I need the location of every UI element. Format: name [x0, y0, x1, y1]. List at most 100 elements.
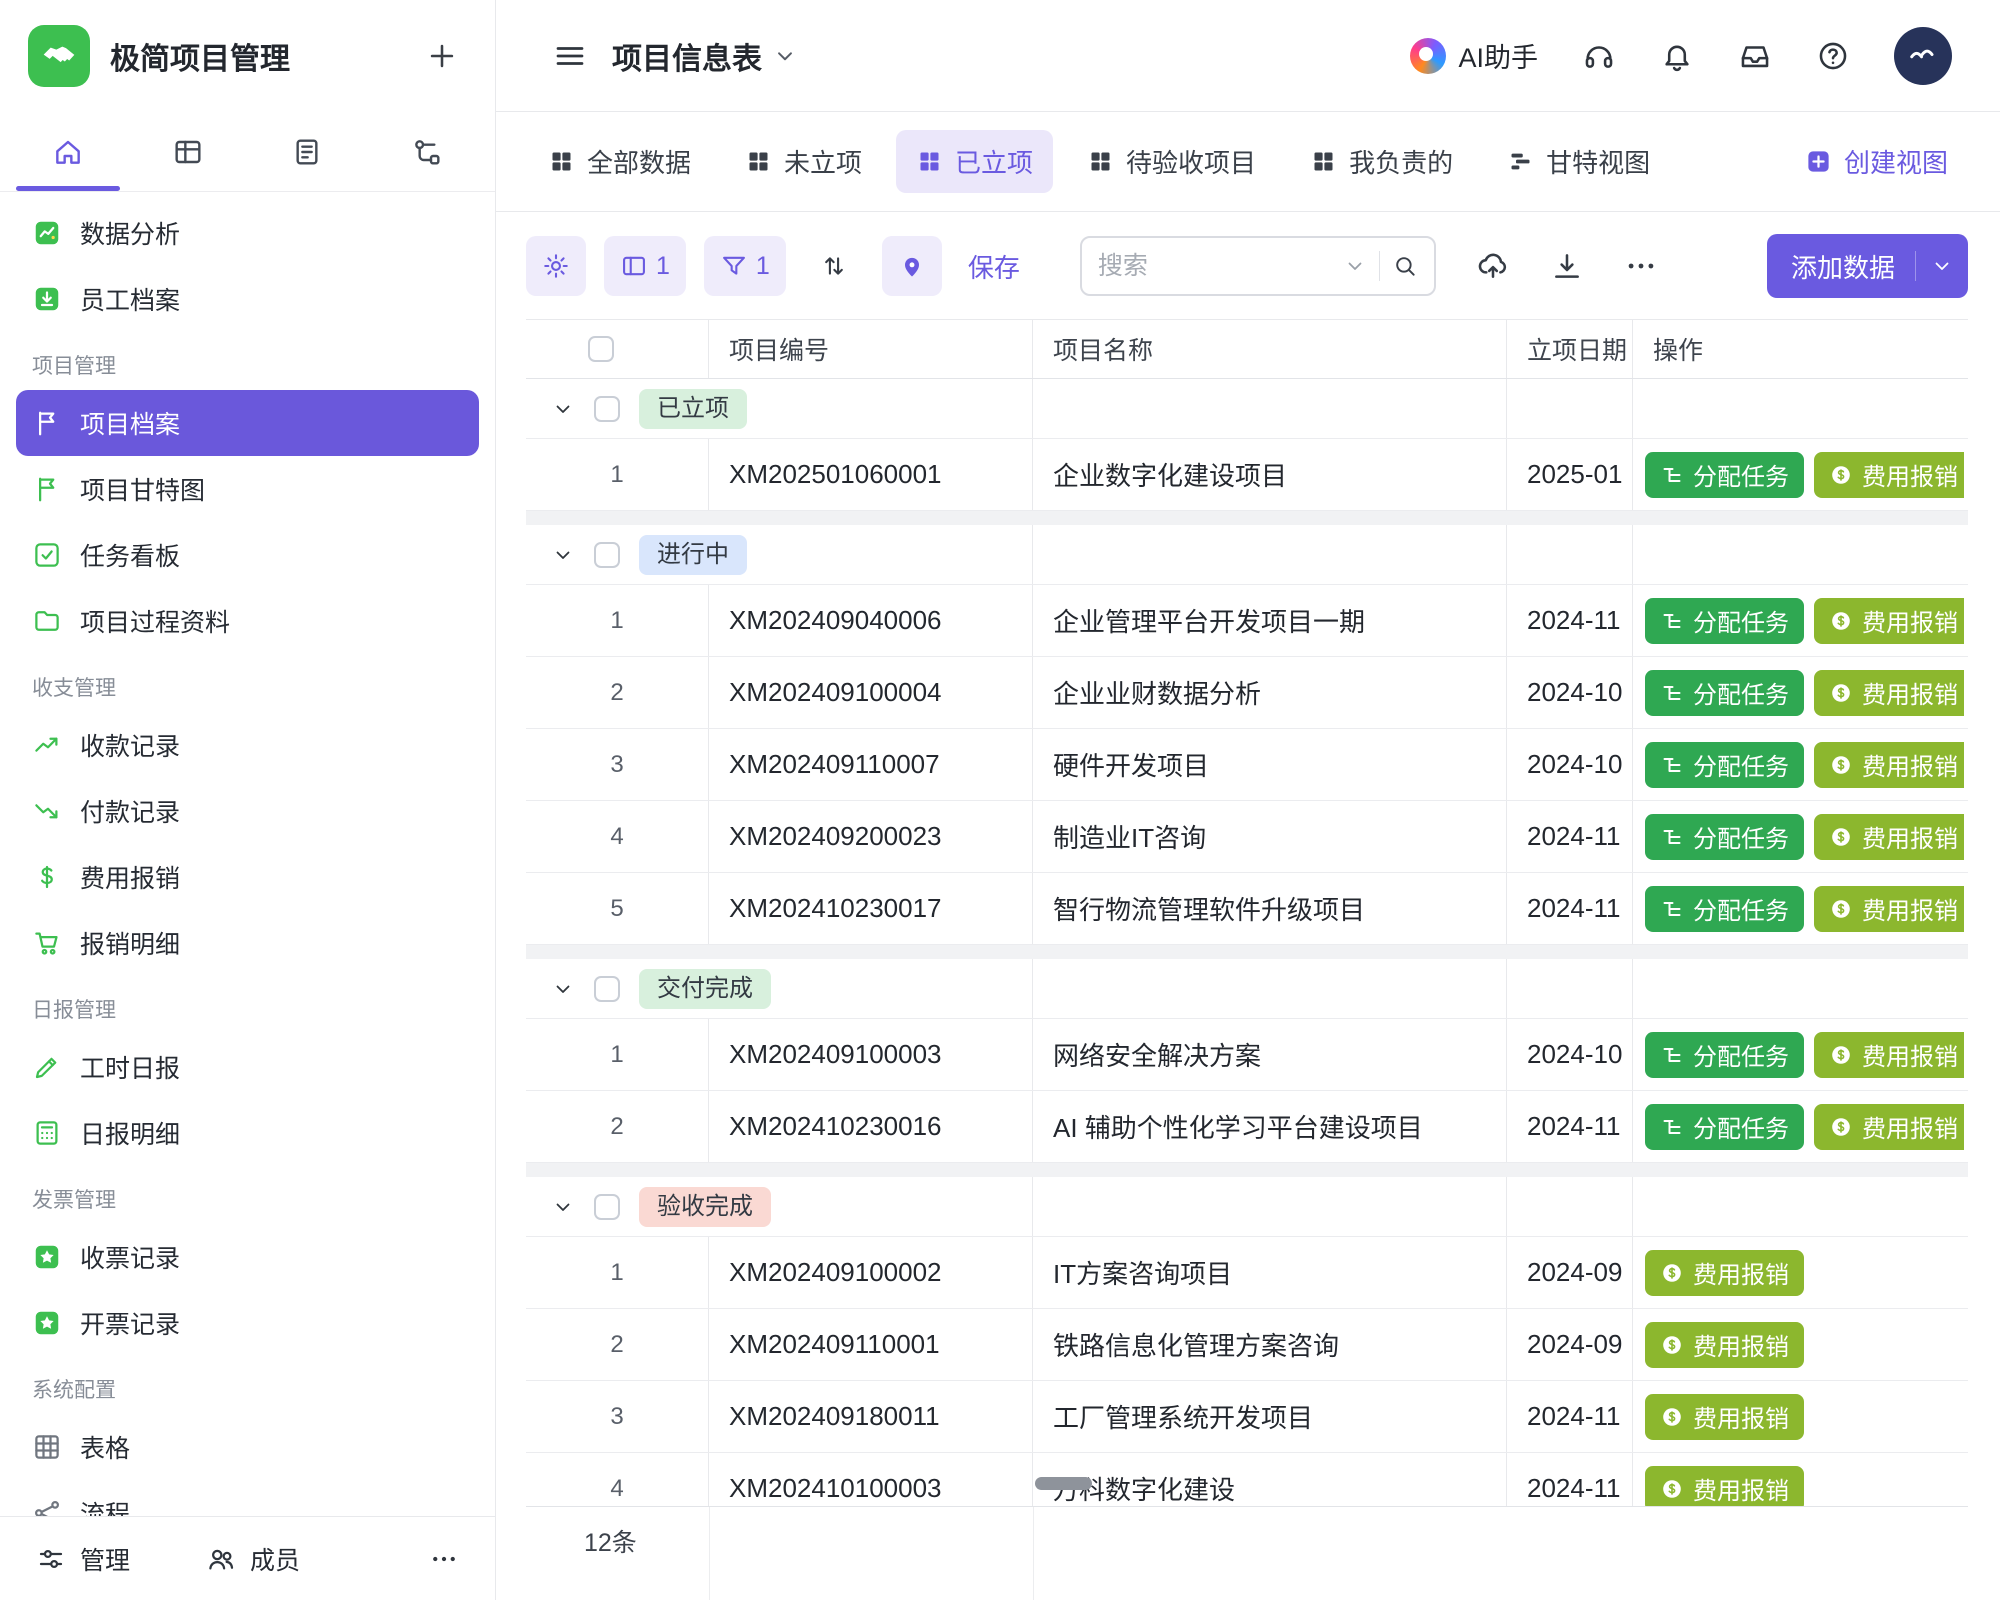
group-checkbox[interactable] [594, 976, 620, 1002]
column-header-date[interactable]: 立项日期 [1507, 320, 1633, 378]
search-input[interactable] [1098, 252, 1331, 281]
manage-button[interactable]: 管理 [36, 1541, 130, 1577]
view-tab[interactable]: 我负责的 [1290, 130, 1473, 193]
filter-button[interactable]: 1 [704, 236, 786, 296]
sidebar-item[interactable]: 日报明细 [16, 1100, 479, 1166]
sidebar-item[interactable]: 付款记录 [16, 778, 479, 844]
sidebar-view-tab[interactable] [52, 112, 84, 191]
project-date-cell[interactable]: 2024-11 [1507, 1453, 1633, 1506]
expense-claim-button[interactable]: 费用报销 [1814, 1104, 1964, 1150]
notifications-bell-icon[interactable] [1660, 39, 1694, 73]
group-checkbox[interactable] [594, 1194, 620, 1220]
project-date-cell[interactable]: 2024-11 [1507, 873, 1633, 944]
search-scope-chevron-icon[interactable] [1343, 254, 1367, 278]
project-code-cell[interactable]: XM202410230016 [709, 1091, 1033, 1162]
view-tab[interactable]: 待验收项目 [1067, 130, 1276, 193]
table-row[interactable]: 1XM202501060001企业数字化建设项目2025-01分配任务费用报销 [526, 439, 1968, 511]
toolbar-more-icon[interactable] [1624, 249, 1658, 283]
search-icon[interactable] [1392, 253, 1418, 279]
group-collapse-icon[interactable] [551, 977, 575, 1001]
project-code-cell[interactable]: XM202409180011 [709, 1381, 1033, 1452]
project-code-cell[interactable]: XM202409100003 [709, 1019, 1033, 1090]
project-date-cell[interactable]: 2024-11 [1507, 585, 1633, 656]
add-data-button[interactable]: 添加数据 [1767, 234, 1968, 298]
project-date-cell[interactable]: 2024-10 [1507, 729, 1633, 800]
project-name-cell[interactable]: AI 辅助个性化学习平台建设项目 [1033, 1091, 1507, 1162]
view-tab[interactable]: 已立项 [896, 130, 1053, 193]
project-name-cell[interactable]: 智行物流管理软件升级项目 [1033, 873, 1507, 944]
project-code-cell[interactable]: XM202409110001 [709, 1309, 1033, 1380]
table-row[interactable]: 2XM202409100004企业业财数据分析2024-10分配任务费用报销 [526, 657, 1968, 729]
expense-claim-button[interactable]: 费用报销 [1814, 598, 1964, 644]
project-name-cell[interactable]: 万科数字化建设 [1033, 1453, 1507, 1506]
expense-claim-button[interactable]: 费用报销 [1814, 886, 1964, 932]
user-avatar[interactable] [1894, 27, 1952, 85]
members-button[interactable]: 成员 [206, 1541, 300, 1577]
project-name-cell[interactable]: 网络安全解决方案 [1033, 1019, 1507, 1090]
sidebar-view-tab[interactable] [411, 112, 443, 191]
import-upload-icon[interactable] [1476, 249, 1510, 283]
sidebar-item[interactable]: 流程 [16, 1480, 479, 1516]
project-name-cell[interactable]: 工厂管理系统开发项目 [1033, 1381, 1507, 1452]
column-header-name[interactable]: 项目名称 [1033, 320, 1507, 378]
project-date-cell[interactable]: 2025-01 [1507, 439, 1633, 510]
group-collapse-icon[interactable] [551, 543, 575, 567]
expense-claim-button[interactable]: 费用报销 [1645, 1466, 1804, 1507]
expense-claim-button[interactable]: 费用报销 [1814, 670, 1964, 716]
project-code-cell[interactable]: XM202501060001 [709, 439, 1033, 510]
assign-task-button[interactable]: 分配任务 [1645, 814, 1804, 860]
table-row[interactable]: 1XM202409100002IT方案咨询项目2024-09费用报销 [526, 1237, 1968, 1309]
title-chevron-down-icon[interactable] [772, 43, 798, 69]
project-name-cell[interactable]: IT方案咨询项目 [1033, 1237, 1507, 1308]
group-checkbox[interactable] [594, 542, 620, 568]
assign-task-button[interactable]: 分配任务 [1645, 886, 1804, 932]
save-button[interactable]: 保存 [968, 248, 1020, 285]
expense-claim-button[interactable]: 费用报销 [1814, 814, 1964, 860]
assign-task-button[interactable]: 分配任务 [1645, 1104, 1804, 1150]
expense-claim-button[interactable]: 费用报销 [1645, 1322, 1804, 1368]
pin-button[interactable] [882, 236, 942, 296]
table-row[interactable]: 4XM202410100003万科数字化建设2024-11费用报销 [526, 1453, 1968, 1506]
assign-task-button[interactable]: 分配任务 [1645, 452, 1804, 498]
sidebar-item[interactable]: 报销明细 [16, 910, 479, 976]
assign-task-button[interactable]: 分配任务 [1645, 742, 1804, 788]
project-name-cell[interactable]: 企业数字化建设项目 [1033, 439, 1507, 510]
table-row[interactable]: 3XM202409110007硬件开发项目2024-10分配任务费用报销 [526, 729, 1968, 801]
project-date-cell[interactable]: 2024-10 [1507, 657, 1633, 728]
sidebar-item[interactable]: 项目甘特图 [16, 456, 479, 522]
view-tab[interactable]: 甘特视图 [1487, 130, 1670, 193]
assign-task-button[interactable]: 分配任务 [1645, 670, 1804, 716]
ai-assistant-button[interactable]: AI助手 [1410, 36, 1538, 75]
project-date-cell[interactable]: 2024-11 [1507, 1091, 1633, 1162]
sidebar-item[interactable]: 员工档案 [16, 266, 479, 332]
add-data-chevron[interactable] [1916, 254, 1968, 278]
column-header-code[interactable]: 项目编号 [709, 320, 1033, 378]
horizontal-scrollbar[interactable] [1035, 1477, 1092, 1490]
sidebar-item[interactable]: 工时日报 [16, 1034, 479, 1100]
project-name-cell[interactable]: 硬件开发项目 [1033, 729, 1507, 800]
project-date-cell[interactable]: 2024-09 [1507, 1237, 1633, 1308]
project-date-cell[interactable]: 2024-10 [1507, 1019, 1633, 1090]
table-row[interactable]: 5XM202410230017智行物流管理软件升级项目2024-11分配任务费用… [526, 873, 1968, 945]
project-code-cell[interactable]: XM202410230017 [709, 873, 1033, 944]
support-headphones-icon[interactable] [1582, 39, 1616, 73]
sidebar-item[interactable]: 项目档案 [16, 390, 479, 456]
sidebar-view-tab[interactable] [291, 112, 323, 191]
sort-button[interactable] [804, 236, 864, 296]
more-options-icon[interactable] [429, 1544, 459, 1574]
sidebar-item[interactable]: 收款记录 [16, 712, 479, 778]
sidebar-item[interactable]: 收票记录 [16, 1224, 479, 1290]
view-tab[interactable]: 创建视图 [1785, 130, 1968, 193]
project-code-cell[interactable]: XM202409100004 [709, 657, 1033, 728]
sidebar-item[interactable]: 表格 [16, 1414, 479, 1480]
sidebar-item[interactable]: 费用报销 [16, 844, 479, 910]
project-code-cell[interactable]: XM202409040006 [709, 585, 1033, 656]
table-row[interactable]: 2XM202409110001铁路信息化管理方案咨询2024-09费用报销 [526, 1309, 1968, 1381]
project-name-cell[interactable]: 制造业IT咨询 [1033, 801, 1507, 872]
project-code-cell[interactable]: XM202409100002 [709, 1237, 1033, 1308]
sidebar-item[interactable]: 项目过程资料 [16, 588, 479, 654]
sidebar-view-tab[interactable] [172, 112, 204, 191]
table-row[interactable]: 2XM202410230016AI 辅助个性化学习平台建设项目2024-11分配… [526, 1091, 1968, 1163]
project-date-cell[interactable]: 2024-11 [1507, 1381, 1633, 1452]
export-download-icon[interactable] [1550, 249, 1584, 283]
